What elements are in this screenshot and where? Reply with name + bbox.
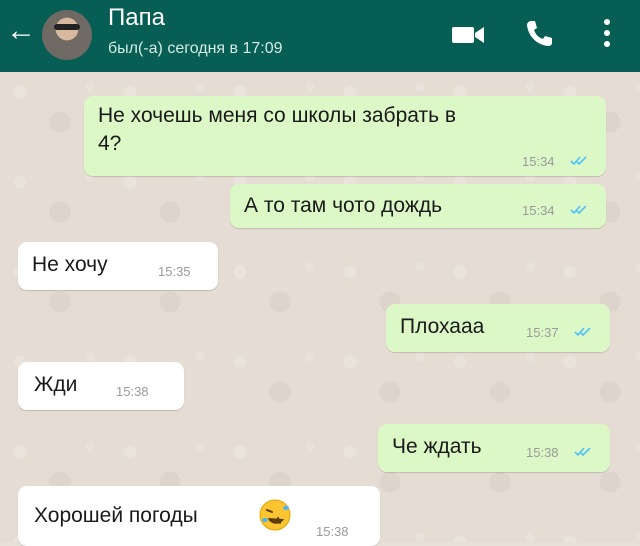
back-arrow-icon[interactable]: ← — [6, 14, 36, 48]
message-text: Хорошей погоды — [34, 504, 198, 527]
message-bubble-incoming[interactable]: Хорошей погоды 15:38 — [18, 486, 380, 546]
message-bubble-outgoing[interactable]: Не хочешь меня со школы забрать в 4? 15:… — [84, 96, 606, 176]
message-text: Не хочу — [32, 253, 108, 276]
chat-header: ← Папа был(-а) сегодня в 17:09 — [0, 0, 640, 72]
message-bubble-outgoing[interactable]: А то там чото дождь 15:34 — [230, 184, 606, 228]
message-time: 15:38 — [526, 445, 559, 460]
contact-name[interactable]: Папа — [108, 4, 165, 32]
avatar-glasses — [54, 24, 80, 30]
message-bubble-outgoing[interactable]: Плохааа 15:37 — [386, 304, 610, 352]
voice-call-icon[interactable] — [524, 18, 554, 48]
message-bubble-outgoing[interactable]: Че ждать 15:38 — [378, 424, 610, 472]
message-text: Жди — [34, 373, 78, 396]
message-text: 4? — [98, 132, 122, 155]
message-bubble-incoming[interactable]: Не хочу 15:35 — [18, 242, 218, 290]
read-receipt-icon — [570, 205, 587, 215]
avatar[interactable] — [42, 10, 92, 60]
read-receipt-icon — [574, 327, 591, 337]
message-time: 15:35 — [158, 264, 191, 279]
video-call-icon[interactable] — [451, 22, 485, 48]
message-text: Че ждать — [392, 435, 482, 458]
rolling-on-floor-laughing-icon — [259, 499, 291, 531]
message-text: Плохааа — [400, 315, 485, 338]
more-menu-icon[interactable] — [600, 16, 614, 50]
message-text: Не хочешь меня со школы забрать в — [98, 104, 457, 127]
message-time: 15:38 — [116, 384, 149, 399]
message-text: А то там чото дождь — [244, 194, 443, 217]
message-bubble-incoming[interactable]: Жди 15:38 — [18, 362, 184, 410]
message-time: 15:38 — [316, 524, 349, 539]
read-receipt-icon — [574, 447, 591, 457]
last-seen-status: был(-а) сегодня в 17:09 — [108, 40, 283, 57]
message-time: 15:34 — [522, 154, 555, 169]
message-time: 15:37 — [526, 325, 559, 340]
message-time: 15:34 — [522, 203, 555, 218]
read-receipt-icon — [570, 156, 587, 166]
